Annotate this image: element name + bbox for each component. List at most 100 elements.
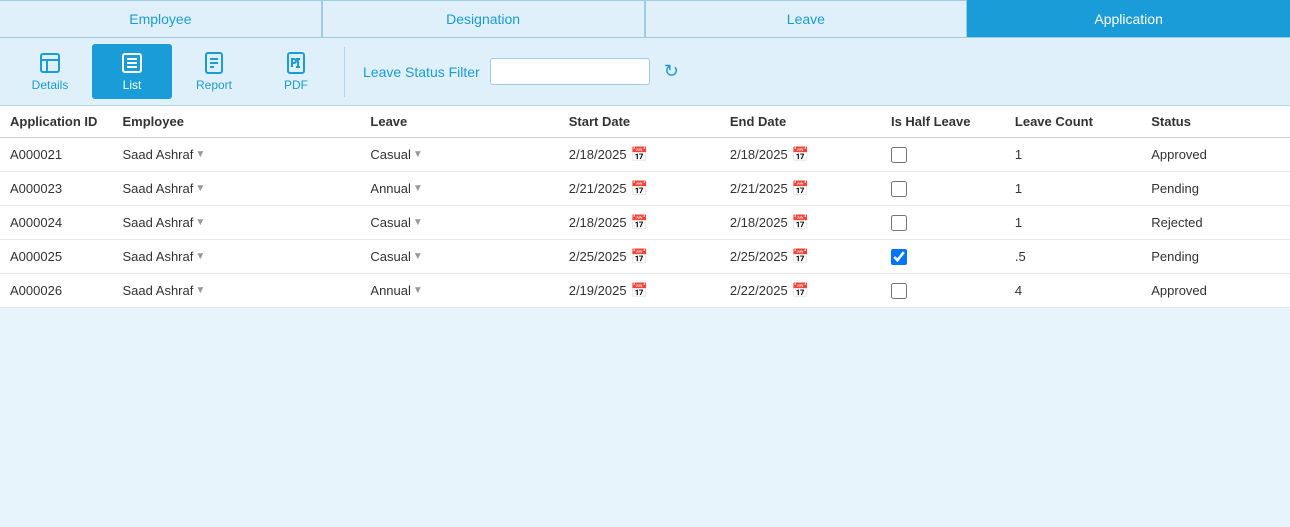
half-leave-checkbox[interactable] xyxy=(891,181,907,197)
start-date-value: 2/21/2025 xyxy=(569,181,627,196)
status-badge: Pending xyxy=(1151,249,1199,264)
cell-start-date: 2/25/2025 📅 xyxy=(559,240,720,274)
pdf-icon xyxy=(284,51,308,75)
leave-dropdown-arrow[interactable]: ▼ xyxy=(413,183,423,194)
start-date-value: 2/19/2025 xyxy=(569,283,627,298)
employee-name: Saad Ashraf xyxy=(123,147,194,162)
cell-leave-count: 1 xyxy=(1005,138,1141,172)
employee-dropdown-arrow[interactable]: ▼ xyxy=(195,251,205,262)
start-date-calendar-icon[interactable]: 📅 xyxy=(631,146,648,163)
cell-start-date: 2/19/2025 📅 xyxy=(559,274,720,308)
cell-is-half-leave xyxy=(881,240,1005,274)
tab-leave[interactable]: Leave xyxy=(645,0,968,37)
report-icon xyxy=(202,51,226,75)
cell-is-half-leave xyxy=(881,274,1005,308)
tab-employee[interactable]: Employee xyxy=(0,0,322,37)
applications-table: Application ID Employee Leave Start Date… xyxy=(0,106,1290,308)
leave-dropdown-arrow[interactable]: ▼ xyxy=(413,251,423,262)
leave-dropdown-arrow[interactable]: ▼ xyxy=(413,285,423,296)
col-header-leavecount: Leave Count xyxy=(1005,106,1141,138)
end-date-value: 2/18/2025 xyxy=(730,147,788,162)
end-date-calendar-icon[interactable]: 📅 xyxy=(792,180,809,197)
col-header-halfleave: Is Half Leave xyxy=(881,106,1005,138)
list-button[interactable]: List xyxy=(92,44,172,99)
start-date-value: 2/25/2025 xyxy=(569,249,627,264)
end-date-calendar-icon[interactable]: 📅 xyxy=(792,146,809,163)
table-row: A000024 Saad Ashraf ▼ Casual ▼ 2/18/2025… xyxy=(0,206,1290,240)
employee-dropdown-arrow[interactable]: ▼ xyxy=(195,183,205,194)
start-date-value: 2/18/2025 xyxy=(569,215,627,230)
tab-application[interactable]: Application xyxy=(967,0,1290,37)
cell-leave-count: .5 xyxy=(1005,240,1141,274)
end-date-value: 2/21/2025 xyxy=(730,181,788,196)
cell-employee: Saad Ashraf ▼ xyxy=(113,240,361,274)
end-date-value: 2/18/2025 xyxy=(730,215,788,230)
leave-dropdown-arrow[interactable]: ▼ xyxy=(413,217,423,228)
status-badge: Pending xyxy=(1151,181,1199,196)
cell-app-id: A000026 xyxy=(0,274,113,308)
cell-leave: Casual ▼ xyxy=(360,206,558,240)
half-leave-checkbox[interactable] xyxy=(891,215,907,231)
leave-type: Annual xyxy=(370,283,410,298)
cell-leave: Annual ▼ xyxy=(360,274,558,308)
start-date-calendar-icon[interactable]: 📅 xyxy=(631,180,648,197)
col-header-appid: Application ID xyxy=(0,106,113,138)
start-date-calendar-icon[interactable]: 📅 xyxy=(631,248,648,265)
tab-designation[interactable]: Designation xyxy=(322,0,645,37)
cell-start-date: 2/21/2025 📅 xyxy=(559,172,720,206)
cell-employee: Saad Ashraf ▼ xyxy=(113,138,361,172)
table-header-row: Application ID Employee Leave Start Date… xyxy=(0,106,1290,138)
cell-employee: Saad Ashraf ▼ xyxy=(113,172,361,206)
cell-leave: Casual ▼ xyxy=(360,138,558,172)
top-navigation: Employee Designation Leave Application xyxy=(0,0,1290,38)
filter-label: Leave Status Filter xyxy=(363,64,480,80)
half-leave-checkbox[interactable] xyxy=(891,147,907,163)
start-date-calendar-icon[interactable]: 📅 xyxy=(631,282,648,299)
leave-type: Casual xyxy=(370,215,410,230)
end-date-calendar-icon[interactable]: 📅 xyxy=(792,248,809,265)
report-button[interactable]: Report xyxy=(174,44,254,99)
cell-end-date: 2/21/2025 📅 xyxy=(720,172,881,206)
employee-dropdown-arrow[interactable]: ▼ xyxy=(195,217,205,228)
cell-end-date: 2/22/2025 📅 xyxy=(720,274,881,308)
col-header-employee: Employee xyxy=(113,106,361,138)
cell-status: Rejected xyxy=(1141,206,1290,240)
refresh-button[interactable]: ↻ xyxy=(660,57,683,86)
half-leave-checkbox[interactable] xyxy=(891,283,907,299)
pdf-button[interactable]: PDF xyxy=(256,44,336,99)
cell-app-id: A000024 xyxy=(0,206,113,240)
filter-area: Leave Status Filter Approved Pending Rej… xyxy=(363,57,683,86)
end-date-calendar-icon[interactable]: 📅 xyxy=(792,214,809,231)
start-date-value: 2/18/2025 xyxy=(569,147,627,162)
status-badge: Approved xyxy=(1151,283,1207,298)
col-header-startdate: Start Date xyxy=(559,106,720,138)
table-row: A000023 Saad Ashraf ▼ Annual ▼ 2/21/2025… xyxy=(0,172,1290,206)
details-button[interactable]: Details xyxy=(10,44,90,99)
status-badge: Rejected xyxy=(1151,215,1202,230)
employee-name: Saad Ashraf xyxy=(123,181,194,196)
cell-start-date: 2/18/2025 📅 xyxy=(559,206,720,240)
start-date-calendar-icon[interactable]: 📅 xyxy=(631,214,648,231)
cell-app-id: A000025 xyxy=(0,240,113,274)
cell-leave: Casual ▼ xyxy=(360,240,558,274)
employee-dropdown-arrow[interactable]: ▼ xyxy=(195,285,205,296)
cell-employee: Saad Ashraf ▼ xyxy=(113,274,361,308)
end-date-value: 2/25/2025 xyxy=(730,249,788,264)
employee-name: Saad Ashraf xyxy=(123,283,194,298)
half-leave-checkbox[interactable] xyxy=(891,249,907,265)
cell-status: Approved xyxy=(1141,274,1290,308)
leave-dropdown-arrow[interactable]: ▼ xyxy=(413,149,423,160)
applications-table-container: Application ID Employee Leave Start Date… xyxy=(0,106,1290,308)
refresh-icon: ↻ xyxy=(664,61,679,81)
cell-status: Approved xyxy=(1141,138,1290,172)
list-icon xyxy=(120,51,144,75)
details-icon xyxy=(38,51,62,75)
leave-type: Casual xyxy=(370,147,410,162)
cell-leave-count: 1 xyxy=(1005,172,1141,206)
leave-type: Annual xyxy=(370,181,410,196)
employee-dropdown-arrow[interactable]: ▼ xyxy=(195,149,205,160)
end-date-value: 2/22/2025 xyxy=(730,283,788,298)
end-date-calendar-icon[interactable]: 📅 xyxy=(792,282,809,299)
cell-status: Pending xyxy=(1141,240,1290,274)
leave-status-filter[interactable]: Approved Pending Rejected xyxy=(490,58,650,85)
